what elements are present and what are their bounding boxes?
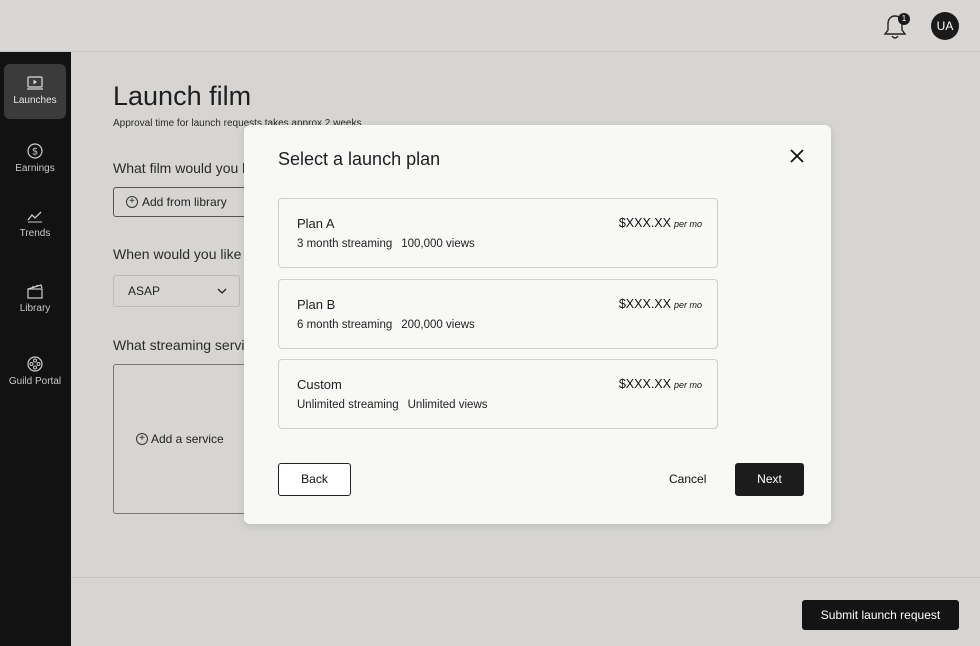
plan-description: 6 month streaming 200,000 views [297, 319, 475, 331]
page-title: Launch film [113, 81, 252, 111]
clapperboard-icon [27, 284, 43, 299]
modal-title: Select a launch plan [278, 149, 441, 169]
plan-price: $XXX.XX per mo [619, 297, 702, 311]
plan-price-period: per mo [673, 300, 702, 310]
back-button[interactable]: Back [278, 463, 351, 496]
plan-price-period: per mo [673, 380, 702, 390]
plan-streaming: Unlimited streaming [297, 399, 399, 411]
launches-icon [27, 76, 43, 90]
sidebar-item-launches[interactable]: Launches [4, 64, 66, 119]
avatar[interactable]: UA [931, 12, 959, 40]
plan-name: Custom [297, 377, 342, 392]
submit-launch-request-button[interactable]: Submit launch request [802, 600, 959, 630]
plan-price-amount: $XXX.XX [618, 216, 671, 230]
dollar-icon: $ [27, 143, 43, 159]
svg-text:$: $ [32, 147, 38, 158]
close-icon[interactable] [789, 148, 805, 164]
when-select-value: ASAP [128, 284, 161, 298]
next-button[interactable]: Next [735, 463, 804, 496]
plan-option-custom[interactable]: Custom Unlimited streaming Unlimited view… [278, 359, 718, 429]
plan-streaming: 3 month streaming [297, 238, 393, 250]
sidebar-item-label: Guild Portal [8, 376, 62, 387]
add-service-button[interactable]: + Add a service [136, 432, 224, 446]
plan-description: Unlimited streaming Unlimited views [297, 399, 488, 411]
add-from-library-label: Add from library [142, 195, 227, 209]
cancel-button[interactable]: Cancel [669, 472, 706, 486]
plan-price-amount: $XXX.XX [618, 297, 671, 311]
sidebar-item-trends[interactable]: Trends [4, 197, 66, 252]
plan-views: 100,000 views [401, 238, 475, 250]
plan-option-b[interactable]: Plan B 6 month streaming 200,000 views $X… [278, 279, 718, 349]
chevron-down-icon [217, 288, 227, 294]
question-service: What streaming servic [113, 337, 252, 353]
trend-icon [27, 211, 42, 223]
plus-circle-icon: + [126, 196, 138, 208]
divider [71, 577, 980, 578]
plan-option-a[interactable]: Plan A 3 month streaming 100,000 views $X… [278, 198, 718, 268]
plan-name: Plan A [297, 216, 335, 231]
plan-price-amount: $XXX.XX [618, 377, 671, 391]
plan-price: $XXX.XX per mo [619, 377, 702, 391]
sidebar-item-library[interactable]: Library [4, 272, 66, 327]
sidebar-item-label: Launches [13, 95, 57, 106]
launch-plan-modal: Select a launch plan Plan A 3 month stre… [244, 125, 831, 524]
sidebar-item-label: Trends [19, 228, 51, 239]
question-film: What film would you l [113, 160, 246, 176]
sidebar-item-earnings[interactable]: $ Earnings [4, 132, 66, 187]
when-select[interactable]: ASAP [113, 275, 240, 307]
add-from-library-button[interactable]: + Add from library [113, 187, 253, 217]
plan-description: 3 month streaming 100,000 views [297, 238, 475, 250]
plan-views: 200,000 views [401, 319, 475, 331]
plan-name: Plan B [297, 297, 336, 312]
plan-price: $XXX.XX per mo [619, 216, 702, 230]
add-service-label: Add a service [151, 432, 224, 446]
sidebar-item-guild-portal[interactable]: Guild Portal [4, 345, 66, 400]
sidebar-item-label: Library [19, 303, 51, 314]
question-when: When would you like t [113, 246, 250, 262]
plan-views: Unlimited views [407, 399, 488, 411]
sidebar-item-label: Earnings [15, 163, 55, 174]
notification-badge: 1 [898, 13, 910, 25]
plus-circle-icon: + [136, 433, 148, 445]
top-bar: 1 UA [0, 0, 980, 52]
sidebar: Launches $ Earnings Trends Library Guild… [0, 52, 71, 646]
plan-streaming: 6 month streaming [297, 319, 393, 331]
plan-price-period: per mo [673, 219, 702, 229]
film-reel-icon [27, 356, 43, 372]
